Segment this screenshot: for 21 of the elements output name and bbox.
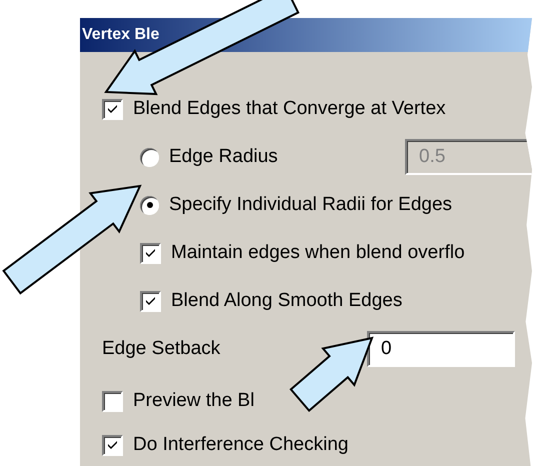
- checkbox[interactable]: [102, 434, 123, 456]
- checkbox[interactable]: [140, 290, 161, 312]
- checkbox[interactable]: [102, 98, 123, 120]
- check-icon: [107, 104, 118, 114]
- check-icon: [145, 296, 156, 306]
- option-label: Edge Setback: [102, 338, 220, 360]
- radio-button[interactable]: [140, 196, 159, 214]
- option-label: Blend Edges that Converge at Vertex: [133, 98, 446, 120]
- option-label: Blend Along Smooth Edges: [171, 290, 402, 312]
- option-label: Edge Radius: [169, 146, 278, 168]
- input-field[interactable]: 0: [367, 331, 515, 367]
- option-label: Maintain edges when blend overflo: [171, 242, 465, 264]
- option-label: Preview the Bl: [133, 390, 254, 412]
- radio-button[interactable]: [140, 148, 159, 166]
- check-icon: [145, 248, 156, 258]
- checkbox[interactable]: [102, 390, 123, 412]
- check-icon: [107, 440, 118, 450]
- window-title: Vertex Ble: [82, 26, 160, 44]
- option-label: Do Interference Checking: [133, 434, 348, 456]
- checkbox[interactable]: [140, 242, 161, 264]
- option-label: Specify Individual Radii for Edges: [169, 194, 452, 216]
